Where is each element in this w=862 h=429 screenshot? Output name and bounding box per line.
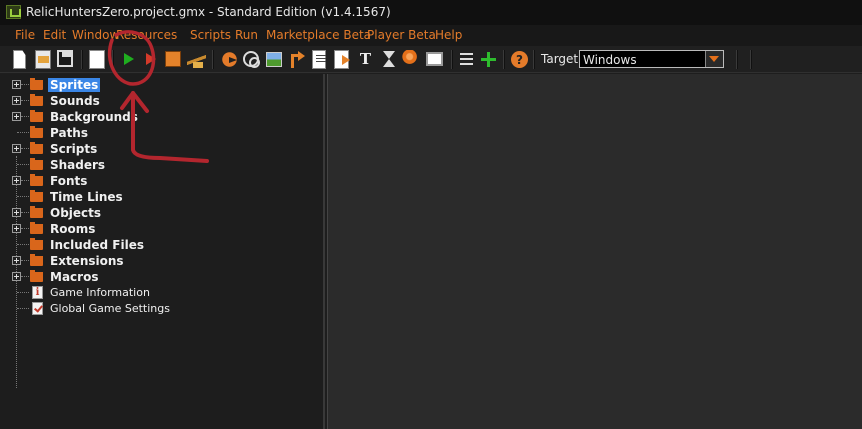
create-sound-icon[interactable] (243, 51, 260, 68)
folder-icon (30, 174, 43, 186)
expand-icon[interactable] (12, 272, 21, 281)
expand-icon[interactable] (12, 80, 21, 89)
resource-tree: Sprites Sounds Backgrounds Paths Scripts… (0, 74, 325, 429)
menu-edit[interactable]: Edit (43, 28, 66, 42)
create-room-icon[interactable] (426, 52, 443, 66)
tree-item-label: Shaders (50, 158, 106, 172)
menu-resources[interactable]: Resources (116, 28, 177, 42)
create-executable-icon[interactable] (165, 51, 181, 67)
tree-item-sprites[interactable]: Sprites (0, 77, 320, 93)
tree-item-sounds[interactable]: Sounds (0, 93, 320, 109)
debug-game-icon[interactable] (141, 50, 160, 69)
tree-item-label: Sounds (50, 94, 100, 108)
create-shader-icon[interactable] (334, 50, 350, 69)
folder-icon (30, 110, 43, 122)
menu-help[interactable]: Help (435, 28, 462, 42)
tree-item-objects[interactable]: Objects (0, 205, 320, 221)
create-script-icon[interactable] (312, 50, 326, 69)
create-object-icon[interactable] (402, 50, 421, 69)
export-project-icon[interactable] (89, 50, 105, 69)
tree-item-label: Extensions (50, 254, 124, 268)
workspace-area[interactable] (327, 74, 862, 429)
new-project-icon[interactable] (13, 50, 26, 69)
expand-icon[interactable] (12, 224, 21, 233)
tree-item-label: Included Files (50, 238, 144, 252)
folder-icon (30, 222, 43, 234)
expand-icon[interactable] (12, 256, 21, 265)
global-settings-icon[interactable] (457, 50, 476, 69)
expand-icon[interactable] (12, 144, 21, 153)
tree-item-label: Scripts (50, 142, 98, 156)
window-title: RelicHuntersZero.project.gmx - Standard … (26, 5, 391, 19)
tree-item-label: Backgrounds (50, 110, 138, 124)
menu-bar: File Edit Window Resources Scripts Run M… (0, 25, 862, 46)
target-select[interactable]: Windows (579, 50, 724, 68)
tree-item-game-information[interactable]: i Game Information (0, 285, 320, 301)
gamemaker-logo-icon (6, 5, 21, 19)
create-timeline-icon[interactable] (379, 50, 398, 69)
info-icon: i (32, 286, 43, 299)
tree-item-shaders[interactable]: Shaders (0, 157, 320, 173)
menu-run[interactable]: Run (235, 28, 258, 42)
tree-item-rooms[interactable]: Rooms (0, 221, 320, 237)
tree-item-macros[interactable]: Macros (0, 269, 320, 285)
create-path-icon[interactable] (288, 50, 307, 69)
folder-icon (30, 238, 43, 250)
clean-build-icon[interactable] (187, 50, 206, 69)
tree-item-label: Fonts (50, 174, 88, 188)
folder-icon (30, 94, 43, 106)
title-bar: RelicHuntersZero.project.gmx - Standard … (0, 0, 862, 25)
folder-icon (30, 78, 43, 90)
folder-icon (30, 126, 43, 138)
tree-item-global-game-settings[interactable]: Global Game Settings (0, 301, 320, 317)
tree-item-extensions[interactable]: Extensions (0, 253, 320, 269)
create-background-icon[interactable] (266, 52, 282, 67)
folder-icon (30, 142, 43, 154)
expand-icon[interactable] (12, 176, 21, 185)
tree-item-label: Paths (50, 126, 88, 140)
run-game-icon[interactable] (119, 50, 138, 69)
tree-item-paths[interactable]: Paths (0, 125, 320, 141)
tree-item-included-files[interactable]: Included Files (0, 237, 320, 253)
tree-item-label: Objects (50, 206, 102, 220)
tree-item-fonts[interactable]: Fonts (0, 173, 320, 189)
menu-player-beta[interactable]: Player Beta (367, 28, 436, 42)
create-font-icon[interactable]: T (356, 50, 375, 69)
folder-icon (30, 190, 43, 202)
folder-icon (30, 254, 43, 266)
tree-item-scripts[interactable]: Scripts (0, 141, 320, 157)
folder-icon (30, 270, 43, 282)
add-extension-icon[interactable] (479, 50, 498, 69)
open-project-icon[interactable] (35, 50, 51, 69)
tree-item-label: Time Lines (50, 190, 123, 204)
tree-item-label: Sprites (48, 78, 101, 92)
target-select-value: Windows (583, 53, 637, 67)
folder-icon (30, 158, 43, 170)
create-sprite-icon[interactable] (220, 50, 239, 69)
expand-icon[interactable] (12, 96, 21, 105)
menu-marketplace-beta[interactable]: Marketplace Beta (266, 28, 371, 42)
tree-item-backgrounds[interactable]: Backgrounds (0, 109, 320, 125)
target-label: Target: (541, 52, 583, 66)
chevron-down-icon[interactable] (705, 51, 723, 67)
toolbar: T ? (0, 46, 862, 73)
expand-icon[interactable] (12, 112, 21, 121)
menu-scripts[interactable]: Scripts (190, 28, 231, 42)
tree-item-label: Global Game Settings (50, 302, 170, 315)
menu-window[interactable]: Window (72, 28, 119, 42)
tree-item-time-lines[interactable]: Time Lines (0, 189, 320, 205)
save-project-icon[interactable] (57, 50, 73, 67)
tree-item-label: Game Information (50, 286, 150, 299)
menu-file[interactable]: File (15, 28, 35, 42)
expand-icon[interactable] (12, 208, 21, 217)
folder-icon (30, 206, 43, 218)
help-icon[interactable]: ? (511, 51, 528, 68)
tree-item-label: Macros (50, 270, 99, 284)
tree-item-label: Rooms (50, 222, 96, 236)
settings-check-icon (32, 302, 43, 315)
